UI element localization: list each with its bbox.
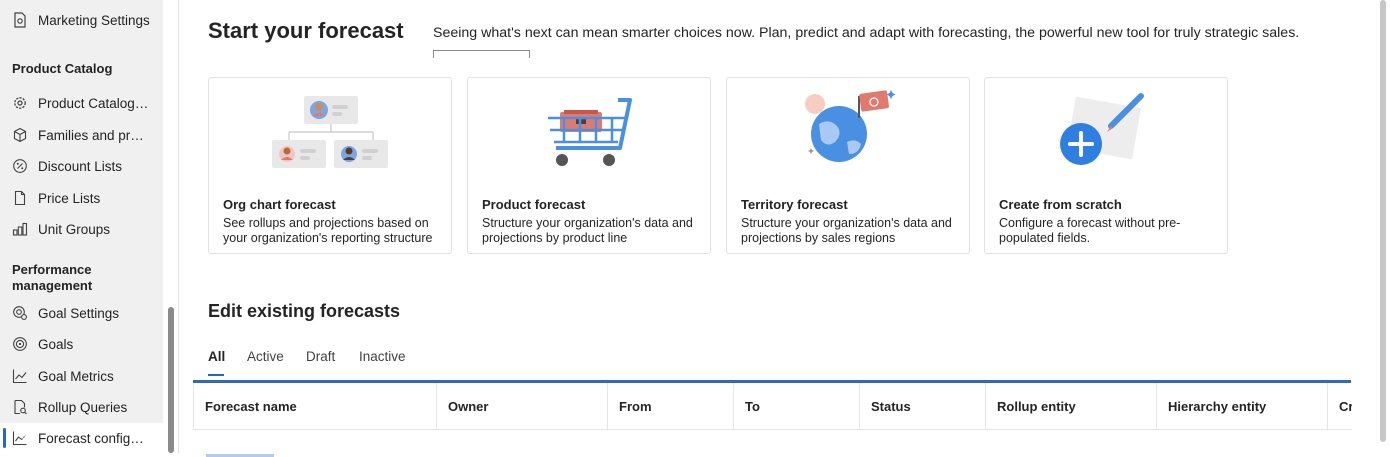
card-title: Org chart forecast (223, 197, 336, 212)
sidebar-item-label: Forecast configur... (38, 430, 150, 446)
percent-icon (11, 157, 29, 175)
sidebar-item-label: Goals (38, 336, 74, 352)
card-create-from-scratch[interactable]: Create from scratch Configure a forecast… (984, 77, 1228, 254)
sidebar-item-label: Price Lists (38, 190, 101, 206)
row-cutoff-text (206, 454, 274, 457)
column-header-hierarchy-entity[interactable]: Hierarchy entity (1157, 383, 1328, 429)
column-header-from[interactable]: From (608, 383, 734, 429)
column-header-created[interactable]: Cr (1328, 383, 1352, 429)
sidebar-item-marketing-settings[interactable]: Marketing Settings (0, 5, 163, 35)
document-icon (11, 189, 29, 207)
sidebar-scrollbar-thumb[interactable] (168, 307, 174, 453)
table-row[interactable] (206, 447, 416, 457)
forecast-chart-icon (11, 429, 29, 447)
sidebar-item-discount-lists[interactable]: Discount Lists (0, 151, 163, 181)
card-title: Territory forecast (741, 197, 848, 212)
tab-draft[interactable]: Draft (306, 349, 335, 364)
page-title: Start your forecast (208, 18, 404, 43)
sidebar-divider (178, 0, 179, 453)
sidebar-item-product-catalog-settings[interactable]: Product Catalog S... (0, 88, 163, 118)
unit-groups-icon (11, 220, 29, 238)
card-description: Structure your organization's data and p… (741, 216, 952, 245)
tab-active[interactable]: Active (247, 349, 284, 364)
sidebar-scrollbar[interactable] (163, 0, 179, 453)
goal-settings-icon (11, 304, 29, 322)
sidebar-item-rollup-queries[interactable]: Rollup Queries (0, 392, 163, 422)
target-icon (11, 335, 29, 353)
section-header-performance-management: Performance management (12, 262, 92, 294)
forecast-grid-header: Forecast name Owner From To Status Rollu… (193, 383, 1352, 430)
sidebar-item-families-and-products[interactable]: Families and prod... (0, 120, 163, 150)
sidebar-item-goal-settings[interactable]: Goal Settings (0, 298, 163, 328)
tab-all[interactable]: All (208, 349, 225, 364)
sidebar-item-label: Goal Metrics (38, 368, 114, 384)
sidebar-item-goals[interactable]: Goals (0, 329, 163, 359)
card-territory-forecast[interactable]: Territory forecast Structure your organi… (726, 77, 970, 254)
org-chart-illustration (272, 96, 388, 168)
line-chart-icon (11, 367, 29, 385)
globe-illustration (805, 90, 896, 162)
cube-icon (11, 126, 29, 144)
gear-icon (11, 94, 29, 112)
sidebar-item-label: Product Catalog S... (38, 95, 150, 111)
sidebar-item-label: Goal Settings (38, 305, 120, 321)
sidebar-item-label: Unit Groups (38, 221, 111, 237)
card-product-forecast[interactable]: Product forecast Structure your organiza… (467, 77, 711, 254)
sidebar-item-goal-metrics[interactable]: Goal Metrics (0, 361, 163, 391)
sidebar-item-label: Families and prod... (38, 127, 150, 143)
sidebar: Marketing Settings Product Catalog Produ… (0, 0, 163, 453)
shopping-cart-illustration (548, 98, 632, 166)
create-plus-illustration (1060, 93, 1144, 165)
sidebar-item-label: Rollup Queries (38, 399, 128, 415)
card-org-chart-forecast[interactable]: Org chart forecast See rollups and proje… (208, 77, 452, 254)
card-title: Create from scratch (999, 197, 1122, 212)
tab-selected-indicator (208, 374, 224, 376)
main-scrollbar-thumb[interactable] (1380, 0, 1386, 442)
sidebar-item-label: Marketing Settings (38, 12, 150, 28)
description-tooltip-anchor (433, 50, 530, 58)
page-description: Seeing what's next can mean smarter choi… (433, 25, 1300, 41)
sidebar-item-forecast-configuration[interactable]: Forecast configur... (0, 423, 163, 453)
sidebar-item-label: Discount Lists (38, 158, 123, 174)
section-header-line: management (12, 278, 93, 293)
column-header-rollup-entity[interactable]: Rollup entity (986, 383, 1157, 429)
tab-inactive[interactable]: Inactive (359, 349, 406, 364)
column-header-to[interactable]: To (734, 383, 860, 429)
main-scrollbar[interactable] (1374, 0, 1390, 453)
card-title: Product forecast (482, 197, 586, 212)
card-description: Configure a forecast without pre-populat… (999, 216, 1181, 245)
column-header-status[interactable]: Status (860, 383, 986, 429)
section-header-line: Performance (12, 262, 92, 277)
column-header-owner[interactable]: Owner (437, 383, 608, 429)
settings-doc-icon (11, 11, 29, 29)
sidebar-item-price-lists[interactable]: Price Lists (0, 183, 163, 213)
column-header-forecast-name[interactable]: Forecast name (194, 383, 437, 429)
section-header-product-catalog: Product Catalog (12, 61, 113, 76)
card-description: See rollups and projections based on you… (223, 216, 433, 245)
query-icon (11, 398, 29, 416)
card-description: Structure your organization's data and p… (482, 216, 693, 245)
sidebar-item-unit-groups[interactable]: Unit Groups (0, 214, 163, 244)
edit-forecasts-heading: Edit existing forecasts (208, 301, 401, 321)
